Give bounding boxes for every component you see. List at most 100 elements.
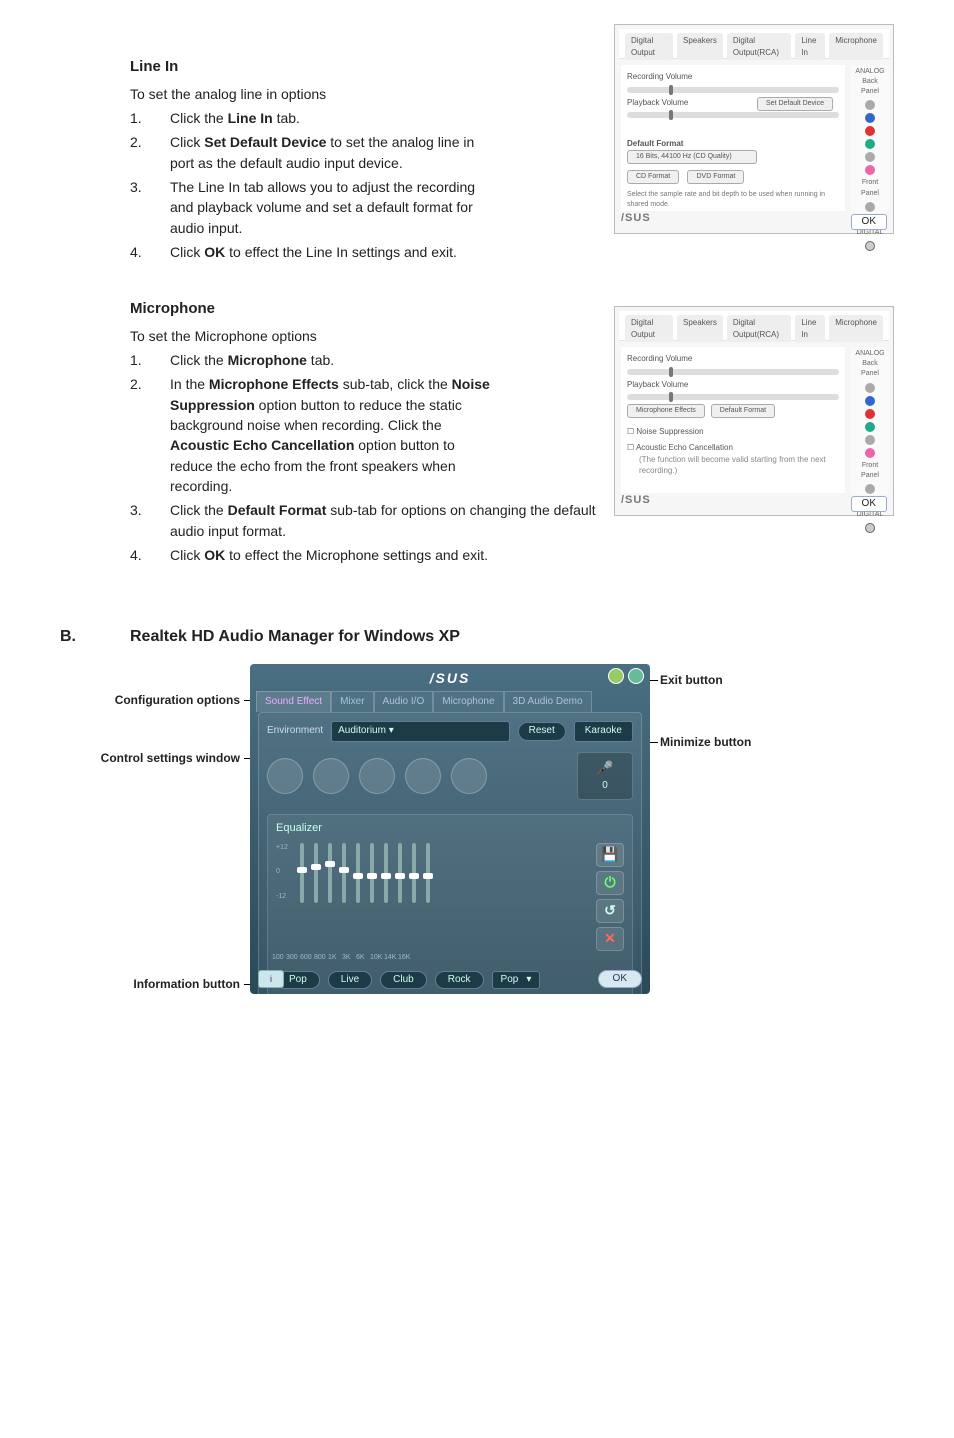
tab-digital-output[interactable]: Digital Output: [625, 33, 673, 60]
reset-button[interactable]: Reset: [518, 722, 566, 741]
env-preset-icon[interactable]: [359, 758, 395, 794]
front-panel-label: Front Panel: [853, 461, 887, 481]
eq-slider[interactable]: [300, 843, 304, 903]
tab-digital-output-rca[interactable]: Digital Output(RCA): [727, 315, 792, 342]
analog-label: ANALOG: [853, 67, 887, 77]
step-text: Click the Microphone tab.: [170, 350, 490, 370]
tab-speakers[interactable]: Speakers: [677, 33, 723, 60]
text-bold: Set Default Device: [204, 134, 326, 150]
aec-checkbox[interactable]: ☐: [627, 443, 636, 452]
step-text: In the Microphone Effects sub-tab, click…: [170, 374, 490, 496]
step-text: Click OK to effect the Line In settings …: [170, 242, 490, 262]
exit-button[interactable]: [628, 668, 644, 684]
text-bold: OK: [204, 244, 225, 260]
eq-slider[interactable]: [398, 843, 402, 903]
env-preset-icon[interactable]: [451, 758, 487, 794]
tab-3d-audio-demo[interactable]: 3D Audio Demo: [504, 691, 592, 713]
eq-slider[interactable]: [356, 843, 360, 903]
recording-volume-slider[interactable]: [627, 369, 839, 375]
playback-volume-slider[interactable]: [627, 112, 839, 118]
jack-icon: [865, 435, 875, 445]
xp-body: Environment Auditorium ▾ Reset Karaoke 🎤…: [258, 712, 642, 994]
label-exit-button: Exit button: [660, 672, 723, 689]
text-span: Click the: [170, 352, 228, 368]
step-number: 3.: [130, 500, 170, 541]
eq-slider[interactable]: [328, 843, 332, 903]
band-label: 10K: [370, 953, 374, 963]
text-span: tab.: [307, 352, 334, 368]
eq-power-button[interactable]: ⏻: [596, 871, 624, 895]
eq-save-button[interactable]: 💾: [596, 843, 624, 867]
eq-slider[interactable]: [426, 843, 430, 903]
tab-microphone[interactable]: Microphone: [433, 691, 503, 713]
back-panel-label: Back Panel: [853, 77, 887, 97]
jack-icon: [865, 409, 875, 419]
dvd-format-button[interactable]: DVD Format: [687, 170, 744, 184]
text-span: Click the: [170, 502, 228, 518]
band-label: 14K: [384, 953, 388, 963]
subtab-default-format[interactable]: Default Format: [711, 404, 775, 418]
subtab-mic-effects[interactable]: Microphone Effects: [627, 404, 705, 418]
text-span: Click the: [170, 110, 228, 126]
mic-side-panel: ANALOG Back Panel Front Panel DIGITAL: [851, 347, 889, 495]
environment-dropdown[interactable]: Auditorium ▾: [331, 721, 509, 742]
recording-volume-slider[interactable]: [627, 87, 839, 93]
tab-mixer[interactable]: Mixer: [331, 691, 373, 713]
band-label: 800: [314, 953, 318, 963]
env-preset-icon[interactable]: [267, 758, 303, 794]
tab-sound-effect[interactable]: Sound Effect: [256, 691, 331, 713]
back-panel-label: Back Panel: [853, 359, 887, 379]
format-dropdown[interactable]: 16 Bits, 44100 Hz (CD Quality): [627, 150, 757, 164]
step-number: 2.: [130, 132, 170, 173]
tab-audio-io[interactable]: Audio I/O: [374, 691, 434, 713]
label-configuration-options: Configuration options: [90, 692, 240, 709]
ok-button[interactable]: OK: [851, 214, 887, 231]
linein-side-panel: ANALOG Back Panel Front Panel DIGITAL: [851, 65, 889, 213]
text-span: In the: [170, 376, 209, 392]
recording-volume-label: Recording Volume: [627, 71, 839, 83]
ok-button[interactable]: OK: [851, 496, 887, 513]
tab-speakers[interactable]: Speakers: [677, 315, 723, 342]
jack-icon: [865, 100, 875, 110]
brand-logo: /SUS: [621, 211, 651, 227]
ok-button[interactable]: OK: [598, 970, 642, 989]
tab-line-in[interactable]: Line In: [795, 33, 825, 60]
eq-slider[interactable]: [342, 843, 346, 903]
karaoke-box[interactable]: 🎤 0: [577, 752, 633, 800]
tab-line-in[interactable]: Line In: [795, 315, 825, 342]
tab-digital-output-rca[interactable]: Digital Output(RCA): [727, 33, 792, 60]
xp-audio-manager-window: /SUS Sound Effect Mixer Audio I/O Microp…: [250, 664, 650, 994]
eq-band-labels: 100 300 600 800 1K 3K 6K 10K 14K 16K: [276, 951, 624, 963]
step-text: Click Set Default Device to set the anal…: [170, 132, 490, 173]
text-bold: Acoustic Echo Cancellation: [170, 437, 354, 453]
noise-suppression-checkbox[interactable]: ☐: [627, 427, 636, 436]
jack-icon: [865, 523, 875, 533]
minimize-button[interactable]: [608, 668, 624, 684]
eq-slider[interactable]: [370, 843, 374, 903]
jack-icon: [865, 126, 875, 136]
band-label: 1K: [328, 953, 332, 963]
information-button[interactable]: i: [258, 970, 284, 988]
jack-icon: [865, 484, 875, 494]
karaoke-label: Karaoke: [574, 721, 633, 742]
tab-digital-output[interactable]: Digital Output: [625, 315, 673, 342]
playback-volume-slider[interactable]: [627, 394, 839, 400]
text-span: sub-tab, click the: [339, 376, 452, 392]
env-preset-icon[interactable]: [313, 758, 349, 794]
cd-format-button[interactable]: CD Format: [627, 170, 679, 184]
set-default-device-button[interactable]: Set Default Device: [757, 97, 833, 111]
section-letter: B.: [60, 625, 130, 648]
mic-icon: 🎤: [596, 758, 613, 778]
dropdown-value: Auditorium: [338, 725, 386, 736]
eq-slider[interactable]: [314, 843, 318, 903]
eq-slider[interactable]: [384, 843, 388, 903]
playback-volume-label: Playback Volume: [627, 379, 839, 391]
linein-main-area: Recording Volume Set Default Device Play…: [621, 65, 845, 211]
tab-microphone[interactable]: Microphone: [829, 315, 883, 342]
eq-reset-button[interactable]: ↺: [596, 899, 624, 923]
env-preset-icon[interactable]: [405, 758, 441, 794]
step-text: The Line In tab allows you to adjust the…: [170, 177, 490, 238]
eq-slider[interactable]: [412, 843, 416, 903]
eq-delete-button[interactable]: ✕: [596, 927, 624, 951]
tab-microphone[interactable]: Microphone: [829, 33, 883, 60]
